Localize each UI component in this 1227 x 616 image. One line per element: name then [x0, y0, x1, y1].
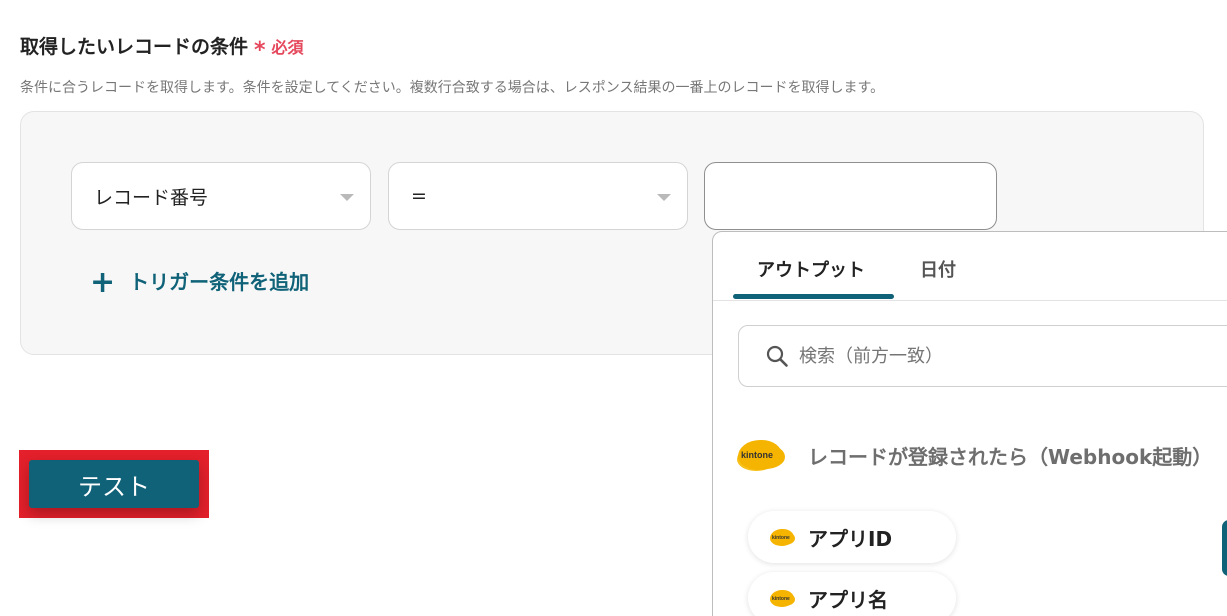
- tab-date[interactable]: 日付: [920, 256, 956, 282]
- tab-output[interactable]: アウトプット: [757, 256, 865, 282]
- output-picker-tabs: アウトプット 日付: [713, 232, 1227, 301]
- output-item-label: アプリID: [808, 526, 893, 551]
- section-title-text: 取得したいレコードの条件: [20, 36, 249, 58]
- output-item-label: アプリ名: [808, 587, 888, 612]
- output-picker-panel: アウトプット 日付 kintone レコードが登録されたら（Webhook起動）…: [712, 231, 1227, 616]
- kintone-logo-icon: kintone: [770, 527, 796, 547]
- test-button[interactable]: テスト: [29, 460, 199, 508]
- output-source-header[interactable]: kintone レコードが登録されたら（Webhook起動）: [738, 437, 1212, 473]
- active-tab-indicator: [733, 294, 894, 299]
- condition-field-value: レコード番号: [94, 186, 209, 209]
- required-star: *: [254, 38, 266, 63]
- add-trigger-condition-button[interactable]: + トリガー条件を追加: [90, 265, 310, 300]
- output-item-app-name[interactable]: kintone アプリ名: [748, 572, 956, 616]
- required-label: 必須: [271, 38, 304, 57]
- search-icon: [766, 345, 788, 367]
- add-trigger-condition-label: トリガー条件を追加: [129, 269, 310, 294]
- section-title: 取得したいレコードの条件 * 必須: [20, 32, 304, 63]
- chevron-down-icon: [340, 194, 354, 201]
- search-input[interactable]: [797, 344, 1227, 368]
- plus-icon: +: [90, 265, 116, 300]
- condition-field-select[interactable]: レコード番号: [71, 162, 371, 230]
- condition-operator-select[interactable]: =: [388, 162, 688, 230]
- scroll-handle[interactable]: [1222, 520, 1227, 576]
- kintone-logo-icon: kintone: [770, 588, 796, 608]
- page: 取得したいレコードの条件 * 必須 条件に合うレコードを取得します。条件を設定し…: [0, 0, 1227, 616]
- condition-operator-value: =: [411, 185, 427, 207]
- kintone-logo-icon: kintone: [738, 437, 786, 473]
- output-source-title: レコードが登録されたら（Webhook起動）: [808, 444, 1213, 469]
- condition-value-input[interactable]: [704, 162, 997, 230]
- kintone-logo-text: kintone: [741, 450, 774, 460]
- search-box[interactable]: [738, 325, 1227, 387]
- section-description: 条件に合うレコードを取得します。条件を設定してください。複数行合致する場合は、レ…: [20, 80, 885, 96]
- output-item-app-id[interactable]: kintone アプリID: [748, 511, 956, 563]
- chevron-down-icon: [657, 194, 671, 201]
